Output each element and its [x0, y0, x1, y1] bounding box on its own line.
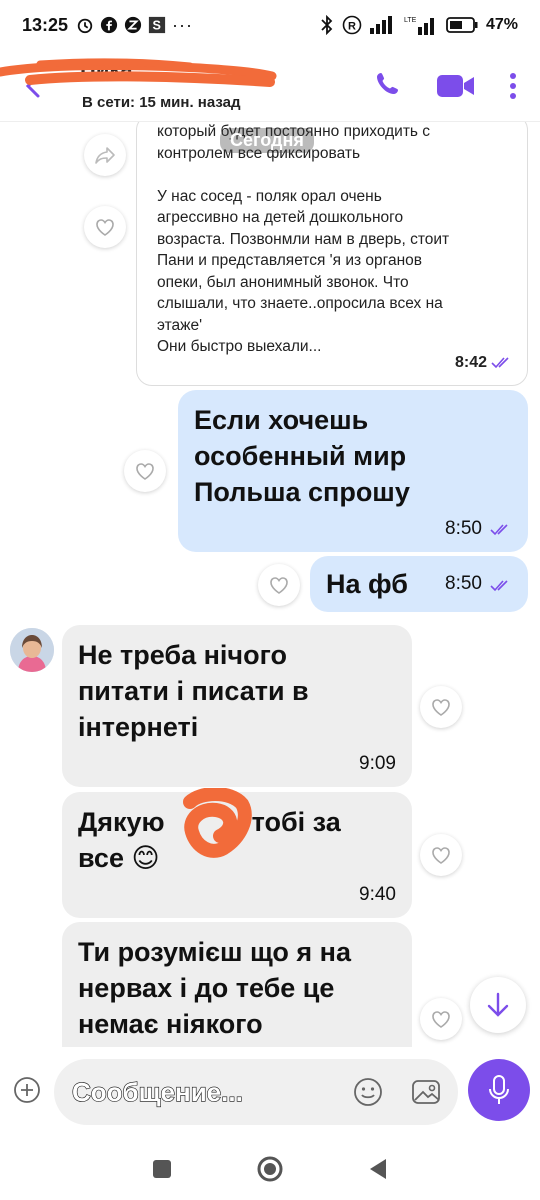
scroll-to-bottom-button[interactable]: [470, 977, 526, 1033]
message-input-placeholder[interactable]: Сообщение...: [71, 1076, 243, 1108]
system-navigation-bar: [0, 1137, 540, 1200]
battery-icon: [446, 17, 478, 33]
svg-text:LTE: LTE: [404, 17, 417, 24]
incoming-message-bubble[interactable]: Дякую тобі за все 😊 9:40: [62, 788, 412, 918]
message-text: Не треба нічого питати і писати в інтерн…: [78, 640, 309, 742]
message-time: 8:50: [445, 573, 482, 594]
video-camera-icon[interactable]: [436, 72, 476, 100]
chat-messages[interactable]: который будет постоянно приходить с конт…: [0, 122, 540, 1047]
viber-chat-screen: 13:25 S ··· R LTE 47% Ника В сети: 15 ми…: [0, 0, 540, 1200]
signal-icon: [369, 16, 392, 34]
share-forward-icon: [95, 147, 115, 164]
home-icon[interactable]: [256, 1155, 284, 1183]
heart-icon: [432, 699, 450, 716]
forward-button[interactable]: [84, 134, 126, 176]
like-button[interactable]: [420, 834, 462, 876]
message-time: 9:09: [359, 753, 396, 774]
heart-icon: [136, 463, 154, 480]
lte-signal-icon: LTE: [404, 17, 434, 35]
message-input-bar: Сообщение...: [0, 1047, 540, 1137]
heart-icon: [432, 847, 450, 864]
facebook-icon: [100, 16, 118, 34]
message-text: На фб: [326, 569, 408, 599]
svg-text:S: S: [153, 19, 161, 33]
outgoing-message-bubble[interactable]: Если хочешь особенный мир Польша спрошу …: [178, 390, 528, 552]
message-input[interactable]: Сообщение...: [54, 1059, 458, 1125]
battery-percent: 47%: [485, 16, 518, 33]
redaction-scribble: [0, 58, 277, 87]
arrow-down-icon: [487, 992, 509, 1017]
read-ticks-icon: [491, 357, 509, 369]
like-button[interactable]: [258, 564, 300, 606]
like-button[interactable]: [420, 998, 462, 1040]
redaction-scribble: [183, 788, 252, 858]
more-notifications-icon: ···: [172, 14, 194, 35]
message-text: все 😊: [78, 843, 160, 873]
recent-apps-icon[interactable]: [151, 1158, 173, 1180]
smiley-icon[interactable]: [352, 1076, 384, 1108]
incoming-message-bubble[interactable]: Ти розумієш що я на нервах і до тебе це …: [62, 922, 412, 1047]
zen-icon: [124, 16, 142, 34]
alarm-icon: [77, 18, 93, 34]
s-app-icon: S: [148, 16, 166, 34]
more-vertical-icon[interactable]: [508, 70, 518, 102]
bluetooth-icon: [321, 15, 333, 35]
message-time: 9:40: [359, 884, 396, 905]
microphone-icon: [489, 1075, 509, 1104]
message-text: тобі за: [251, 807, 341, 837]
status-time: 13:25: [22, 14, 69, 35]
message-text: Дякую: [78, 807, 165, 837]
outgoing-message-bubble[interactable]: На фб 8:50: [310, 556, 528, 612]
image-icon[interactable]: [410, 1076, 442, 1108]
like-button[interactable]: [124, 450, 166, 492]
read-ticks-icon: [490, 524, 508, 536]
chat-header: Ника В сети: 15 мин. назад: [0, 50, 540, 122]
heart-icon: [270, 577, 288, 594]
svg-text:R: R: [348, 21, 356, 33]
message-time: 8:42: [454, 353, 487, 371]
read-ticks-icon: [490, 580, 508, 592]
like-button[interactable]: [420, 686, 462, 728]
avatar-photo: [10, 628, 54, 672]
incoming-message-bubble[interactable]: Не треба нічого питати і писати в інтерн…: [62, 625, 412, 787]
forwarded-message-text: который будет постоянно приходить с конт…: [157, 123, 450, 355]
forwarded-message-bubble[interactable]: который будет постоянно приходить с конт…: [136, 122, 528, 386]
like-button[interactable]: [84, 206, 126, 248]
heart-icon: [96, 219, 114, 236]
contact-online-status: В сети: 15 мин. назад: [82, 94, 241, 111]
message-text: Если хочешь особенный мир Польша спрошу: [194, 405, 410, 507]
back-icon[interactable]: [367, 1157, 389, 1181]
plus-icon[interactable]: [12, 1075, 42, 1105]
heart-icon: [432, 1011, 450, 1028]
phone-icon[interactable]: [374, 70, 404, 100]
date-separator: Сегодня: [220, 128, 314, 153]
registered-icon: R: [342, 15, 362, 35]
microphone-button[interactable]: [468, 1059, 530, 1121]
contact-avatar[interactable]: [10, 628, 54, 672]
message-time: 8:50: [445, 518, 482, 539]
message-text: Ти розумієш що я на нервах і до тебе це …: [78, 937, 351, 1039]
status-bar: 13:25 S ··· R LTE 47%: [0, 0, 540, 50]
